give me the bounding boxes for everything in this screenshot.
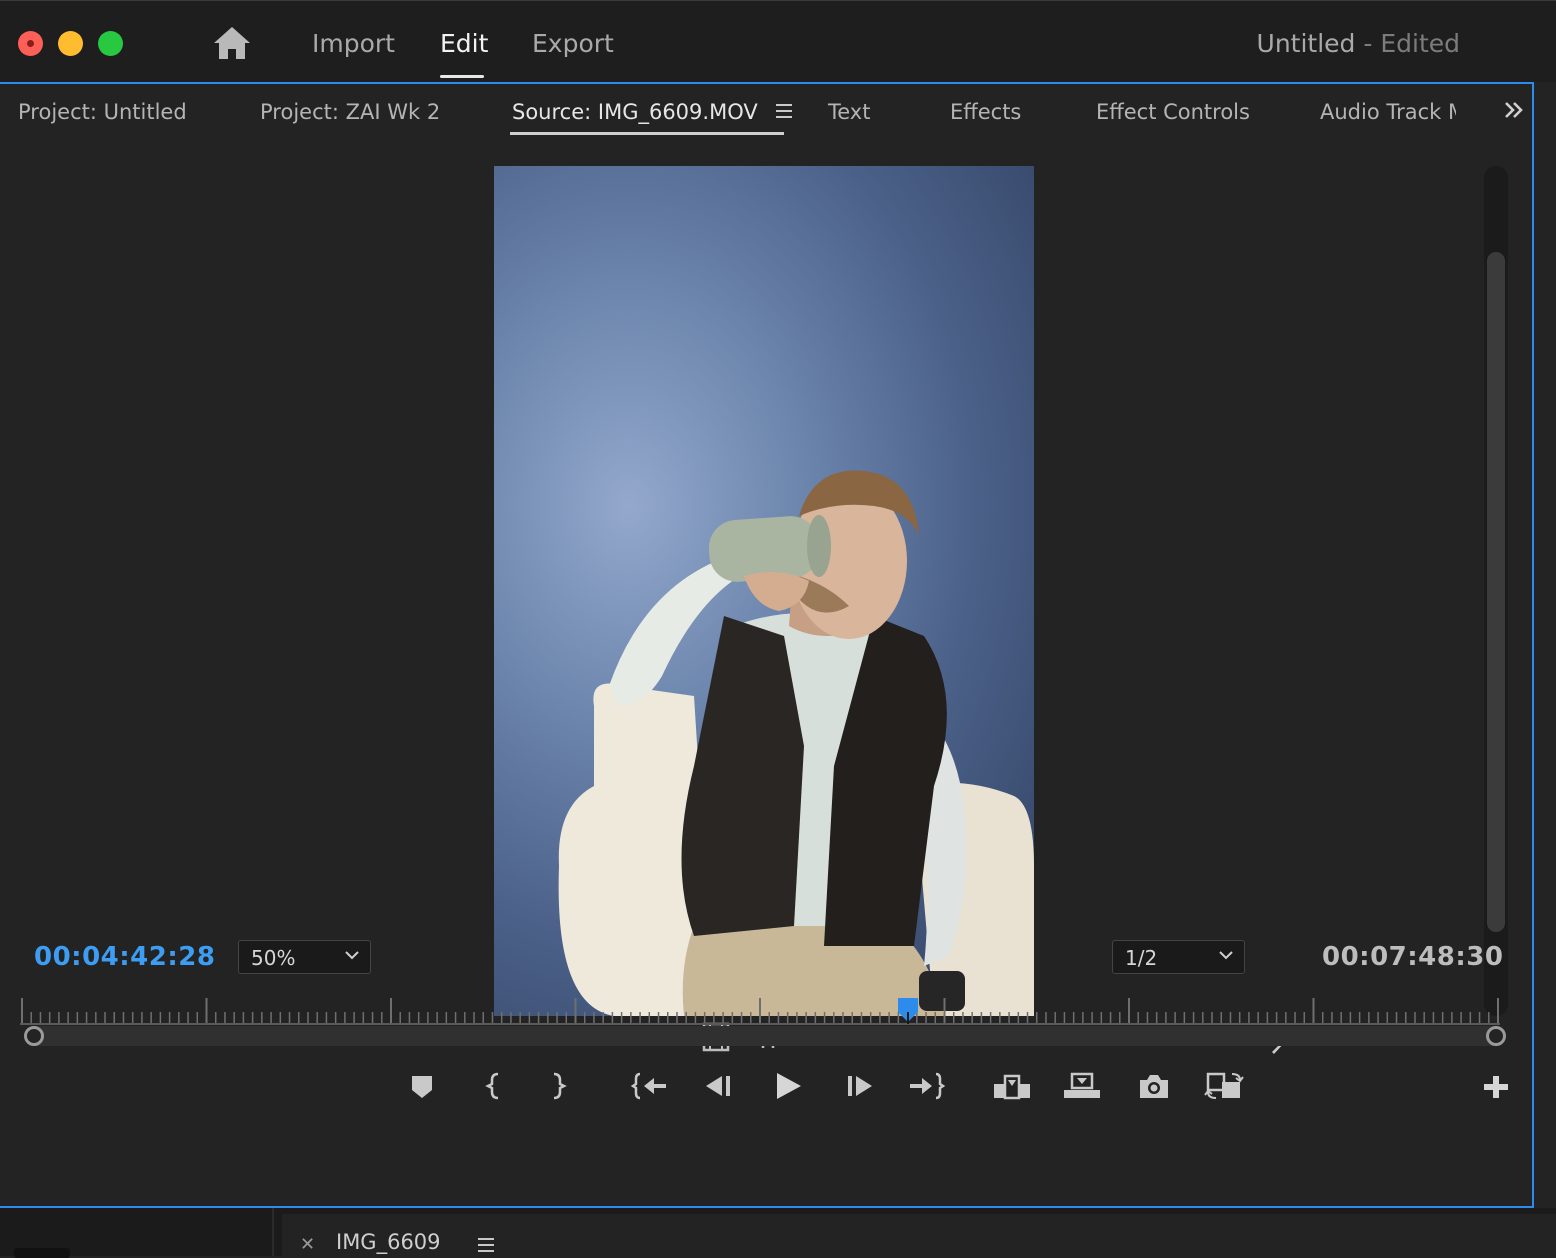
play-button[interactable] bbox=[768, 1070, 808, 1102]
window-maximize-button[interactable] bbox=[98, 31, 123, 56]
panel-menu-icon[interactable] bbox=[775, 104, 792, 118]
edit-tab[interactable]: Edit bbox=[440, 29, 488, 58]
window-minimize-button[interactable] bbox=[58, 31, 83, 56]
time-ruler[interactable] bbox=[20, 996, 1500, 1026]
tab-audio-track-mixer[interactable]: Audio Track M bbox=[1320, 100, 1466, 124]
title-bar: Import Edit Export Untitled - Edited bbox=[0, 0, 1556, 82]
insert-button[interactable] bbox=[992, 1070, 1032, 1102]
edit-tab-underline bbox=[440, 75, 484, 78]
zoom-handle-right[interactable] bbox=[1486, 1026, 1506, 1046]
document-status: - Edited bbox=[1363, 29, 1460, 58]
step-forward-button[interactable] bbox=[840, 1070, 880, 1102]
tab-project-untitled[interactable]: Project: Untitled bbox=[18, 100, 187, 124]
panel-divider[interactable] bbox=[272, 1208, 282, 1256]
duration-timecode: 00:07:48:30 bbox=[1322, 942, 1504, 972]
playhead-marker[interactable] bbox=[896, 996, 920, 1024]
zoom-dropdown[interactable]: 50% bbox=[238, 940, 371, 974]
left-panel-widget bbox=[14, 1248, 70, 1258]
camera-icon[interactable] bbox=[1134, 1070, 1174, 1102]
tab-source[interactable]: Source: IMG_6609.MOV bbox=[512, 100, 792, 124]
export-tab[interactable]: Export bbox=[532, 29, 614, 58]
zoom-value: 50% bbox=[251, 946, 296, 970]
close-sequence-icon[interactable]: ✕ bbox=[300, 1234, 315, 1255]
home-icon[interactable] bbox=[212, 25, 252, 61]
go-to-out-button[interactable] bbox=[906, 1070, 946, 1102]
timeline-panel-header: ✕ IMG_6609 bbox=[0, 1208, 1556, 1258]
active-tab-underline bbox=[510, 132, 784, 135]
sequence-tab-label[interactable]: IMG_6609 bbox=[336, 1230, 441, 1254]
overwrite-button[interactable] bbox=[1062, 1070, 1102, 1102]
video-frame-image bbox=[558, 470, 1034, 1016]
tab-text[interactable]: Text bbox=[828, 100, 870, 124]
document-name: Untitled bbox=[1256, 29, 1356, 58]
step-back-button[interactable] bbox=[698, 1070, 738, 1102]
tab-project-zai-wk2[interactable]: Project: ZAI Wk 2 bbox=[260, 100, 440, 124]
add-marker-button[interactable] bbox=[402, 1070, 442, 1102]
go-to-in-button[interactable] bbox=[630, 1070, 670, 1102]
zoom-scroll-track[interactable] bbox=[24, 1026, 1506, 1046]
vertical-scrollbar[interactable] bbox=[1484, 166, 1508, 1016]
timeline-tab-strip bbox=[282, 1214, 1556, 1256]
mark-in-button[interactable] bbox=[474, 1070, 514, 1102]
mark-out-button[interactable] bbox=[538, 1070, 578, 1102]
vertical-scrollbar-thumb[interactable] bbox=[1487, 252, 1505, 932]
resolution-value: 1/2 bbox=[1125, 946, 1158, 970]
zoom-handle-left[interactable] bbox=[24, 1026, 44, 1046]
current-timecode[interactable]: 00:04:42:28 bbox=[34, 942, 215, 972]
window-close-button[interactable] bbox=[18, 31, 43, 56]
document-title: Untitled - Edited bbox=[1257, 29, 1460, 58]
source-video-frame[interactable] bbox=[494, 166, 1034, 1016]
tab-effect-controls[interactable]: Effect Controls bbox=[1096, 100, 1250, 124]
chevron-down-icon bbox=[1219, 951, 1233, 960]
double-chevron-right-icon[interactable] bbox=[1502, 98, 1526, 122]
tab-effects[interactable]: Effects bbox=[950, 100, 1021, 124]
tab-source-label: Source: IMG_6609.MOV bbox=[512, 100, 758, 124]
import-tab[interactable]: Import bbox=[312, 29, 395, 58]
chevron-down-icon bbox=[345, 951, 359, 960]
sequence-menu-icon[interactable] bbox=[478, 1238, 494, 1252]
button-editor-plus-icon[interactable] bbox=[1476, 1070, 1516, 1102]
tab-overflow-clip bbox=[1456, 94, 1496, 134]
resolution-dropdown[interactable]: 1/2 bbox=[1112, 940, 1245, 974]
comparison-view-icon[interactable] bbox=[1204, 1070, 1244, 1102]
